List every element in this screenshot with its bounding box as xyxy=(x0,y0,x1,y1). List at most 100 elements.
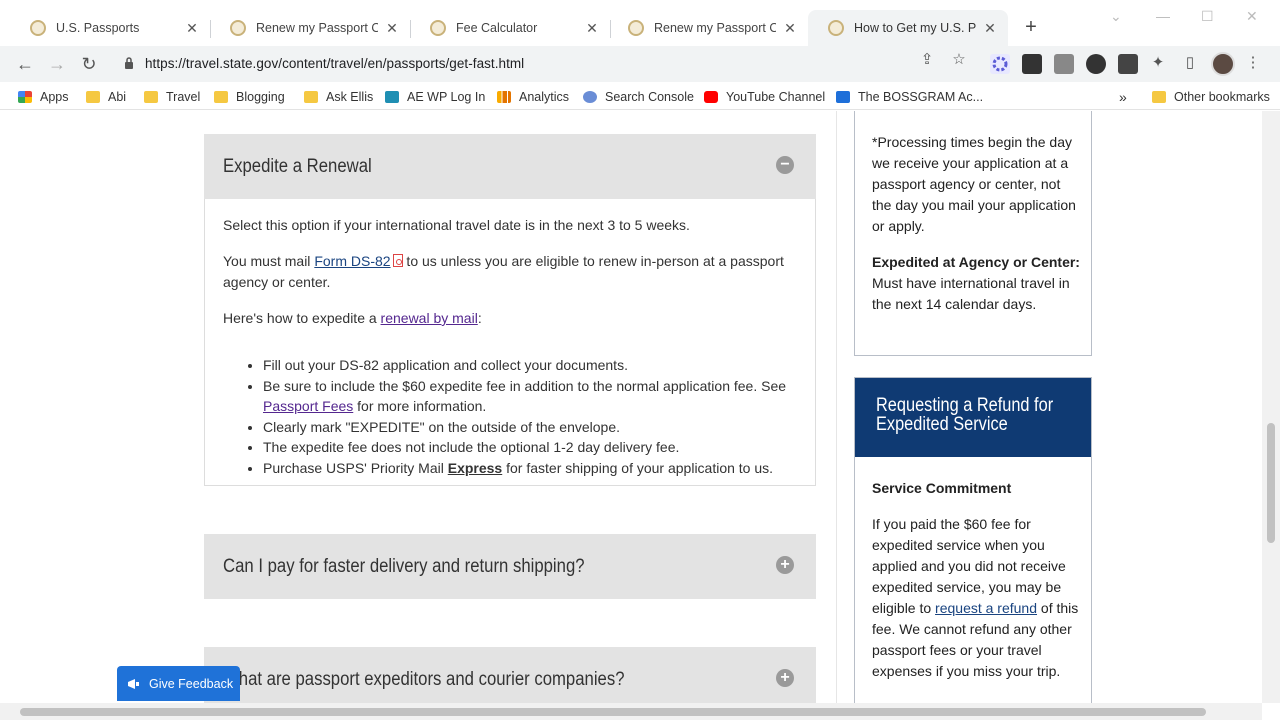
minimize-icon[interactable]: — xyxy=(1156,8,1170,24)
extension-m-icon[interactable] xyxy=(1022,54,1042,74)
bookmark-label: Blogging xyxy=(236,90,285,104)
new-tab-icon[interactable]: + xyxy=(1020,16,1042,38)
close-window-icon[interactable]: ✕ xyxy=(1246,8,1258,25)
scroll-thumb[interactable] xyxy=(1267,423,1275,543)
bookmark-label: The BOSSGRAM Ac... xyxy=(858,90,984,104)
close-icon[interactable]: ✕ xyxy=(782,20,798,37)
bookmark-label: AE WP Log In xyxy=(407,90,486,104)
megaphone-icon xyxy=(128,678,139,689)
close-icon[interactable]: ✕ xyxy=(584,20,600,37)
seal-icon xyxy=(628,20,644,36)
bookmark-label: Abi xyxy=(108,90,127,104)
express-link[interactable]: Express xyxy=(448,460,502,476)
close-icon[interactable]: ✕ xyxy=(982,20,998,37)
text: Must have international travel in the ne… xyxy=(872,275,1070,312)
steps-list: Fill out your DS-82 application and coll… xyxy=(263,355,803,478)
collapse-minus-icon[interactable]: − xyxy=(776,156,794,174)
folder-icon xyxy=(1152,91,1166,103)
expand-plus-icon[interactable]: + xyxy=(776,669,794,687)
accordion-title: What are passport expeditors and courier… xyxy=(223,669,625,690)
browser-toolbar: ← → ↻ https://travel.state.gov/content/t… xyxy=(0,46,1280,82)
tab-search-icon[interactable]: ⌄ xyxy=(1110,8,1122,25)
bookmark-youtube[interactable]: YouTube Channel xyxy=(704,88,825,106)
extension-dots-icon[interactable] xyxy=(1118,54,1138,74)
accordion-expedite-renewal[interactable]: Expedite a Renewal − xyxy=(204,134,816,199)
bookmark-analytics[interactable]: Analytics xyxy=(497,88,569,106)
share-icon[interactable]: ⇪ xyxy=(918,51,936,69)
refund-header: Requesting a Refund for Expedited Servic… xyxy=(855,378,1091,457)
list-item: Be sure to include the $60 expedite fee … xyxy=(263,376,803,417)
bookmarks-bar: Apps Abi Travel Blogging Ask Ellis AE WP… xyxy=(0,82,1280,110)
mail-paragraph: You must mail Form DS-82 to us unless yo… xyxy=(223,251,803,293)
service-commitment-label: Service Commitment xyxy=(872,480,1012,496)
reload-icon[interactable]: ↻ xyxy=(77,52,101,76)
bookmark-bossgram[interactable]: The BOSSGRAM Ac... xyxy=(836,88,983,106)
folder-icon xyxy=(86,91,100,103)
tab-get-passport-active[interactable]: How to Get my U.S. Passport ✕ xyxy=(808,10,1008,46)
give-feedback-button[interactable]: Give Feedback xyxy=(117,666,240,701)
seal-icon xyxy=(430,20,446,36)
accordion-body: Select this option if your international… xyxy=(204,199,816,486)
form-ds82-link[interactable]: Form DS-82 xyxy=(314,253,390,269)
scroll-thumb[interactable] xyxy=(20,708,1206,716)
folder-icon xyxy=(214,91,228,103)
accordion-expeditors[interactable]: What are passport expeditors and courier… xyxy=(204,647,816,703)
expand-plus-icon[interactable]: + xyxy=(776,556,794,574)
maximize-icon[interactable]: ☐ xyxy=(1201,8,1214,25)
close-icon[interactable]: ✕ xyxy=(384,20,400,37)
processing-note: *Processing times begin the day we recei… xyxy=(872,134,1076,234)
expedited-agency-note: Expedited at Agency or Center: Must have… xyxy=(872,252,1082,315)
text: for faster shipping of your application … xyxy=(502,459,774,476)
close-icon[interactable]: ✕ xyxy=(184,20,200,37)
text: Be sure to include the $60 expedite fee … xyxy=(263,377,787,394)
more-bookmarks-chevron[interactable]: » xyxy=(1119,88,1127,106)
bookmark-other[interactable]: Other bookmarks xyxy=(1152,88,1270,106)
bookmark-travel[interactable]: Travel xyxy=(144,88,200,106)
apps-grid-icon xyxy=(18,91,32,103)
address-bar[interactable]: https://travel.state.gov/content/travel/… xyxy=(112,50,982,78)
forward-arrow-icon[interactable]: → xyxy=(45,52,69,76)
list-item: The expedite fee does not include the op… xyxy=(263,437,803,458)
bookmark-apps[interactable]: Apps xyxy=(18,88,69,106)
tab-renew-online[interactable]: Renew my Passport Online ✕ xyxy=(210,10,410,46)
intro-text: Select this option if your international… xyxy=(223,217,690,233)
extension-gear-icon[interactable] xyxy=(990,54,1010,74)
puzzle-icon[interactable]: ✦ xyxy=(1149,54,1167,72)
horizontal-scrollbar[interactable] xyxy=(0,703,1262,720)
vertical-scrollbar[interactable] xyxy=(1262,111,1280,703)
tab-us-passports[interactable]: U.S. Passports ✕ xyxy=(10,10,210,46)
menu-kebab-icon[interactable]: ⋮ xyxy=(1244,54,1262,72)
avatar[interactable] xyxy=(1211,52,1235,76)
column-divider xyxy=(836,111,837,703)
tab-title: U.S. Passports xyxy=(56,21,140,35)
sidepanel-icon[interactable]: ▯ xyxy=(1181,54,1199,72)
tab-renew-online-2[interactable]: Renew my Passport Online ✕ xyxy=(608,10,808,46)
extension-k-icon[interactable] xyxy=(1086,54,1106,74)
tab-title: Fee Calculator xyxy=(456,21,538,35)
accordion-faster-delivery[interactable]: Can I pay for faster delivery and return… xyxy=(204,534,816,599)
tab-fee-calculator[interactable]: Fee Calculator ✕ xyxy=(410,10,610,46)
extension-tb-icon[interactable] xyxy=(1054,54,1074,74)
feedback-label: Give Feedback xyxy=(149,676,234,691)
tab-strip: U.S. Passports ✕ Renew my Passport Onlin… xyxy=(0,0,1280,46)
back-arrow-icon[interactable]: ← xyxy=(13,52,37,76)
tab-title: How to Get my U.S. Passport xyxy=(854,21,976,35)
list-item: Clearly mark "EXPEDITE" on the outside o… xyxy=(263,417,803,438)
bookmark-ask-ellis[interactable]: Ask Ellis xyxy=(304,88,373,106)
text: Purchase USPS' Priority Mail xyxy=(263,459,448,476)
bookmark-search-console[interactable]: Search Console xyxy=(583,88,694,106)
expedited-label: Expedited at Agency or Center: xyxy=(872,254,1080,270)
seal-icon xyxy=(30,20,46,36)
bookmark-ae-wp[interactable]: AE WP Log In xyxy=(385,88,485,106)
passport-fees-link[interactable]: Passport Fees xyxy=(263,398,353,414)
request-refund-link[interactable]: request a refund xyxy=(935,600,1037,616)
bookmark-label: Search Console xyxy=(605,90,694,104)
refund-box: Requesting a Refund for Expedited Servic… xyxy=(854,377,1092,703)
bookmark-label: Travel xyxy=(166,90,201,104)
bookmark-abi[interactable]: Abi xyxy=(86,88,126,106)
refund-text: If you paid the $60 fee for expedited se… xyxy=(872,514,1082,682)
star-icon[interactable]: ☆ xyxy=(950,51,968,69)
renewal-by-mail-link[interactable]: renewal by mail xyxy=(381,310,478,326)
search-console-icon xyxy=(583,91,597,103)
bookmark-blogging[interactable]: Blogging xyxy=(214,88,285,106)
